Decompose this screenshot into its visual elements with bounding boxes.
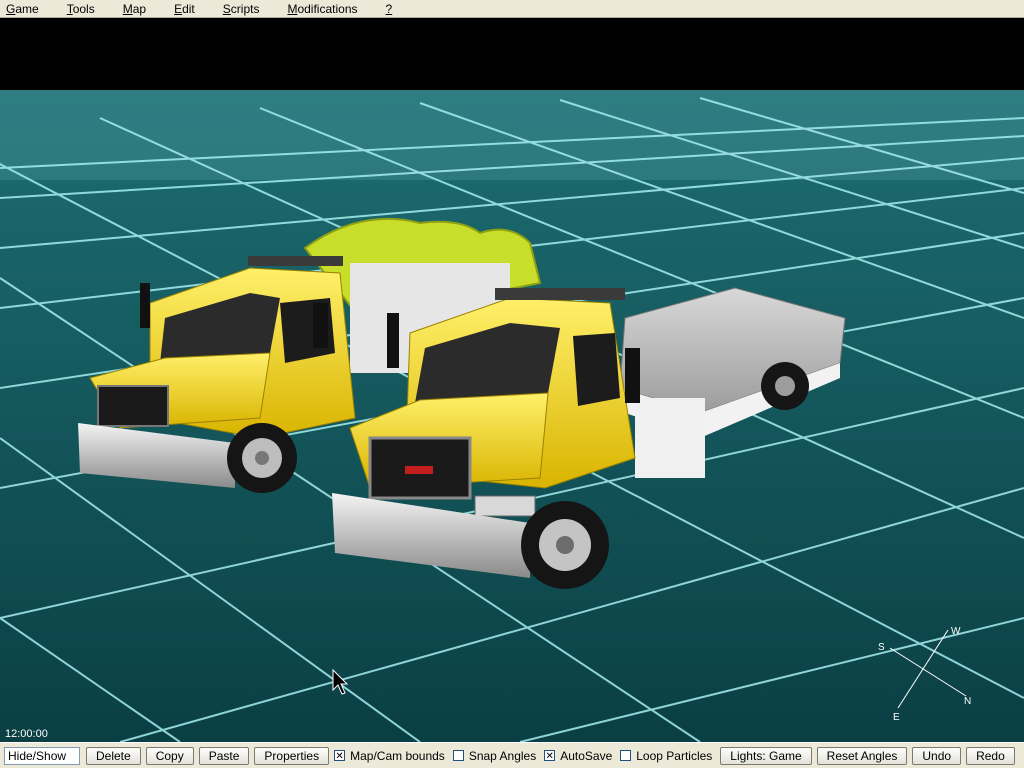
menu-help[interactable]: ? xyxy=(380,2,393,16)
delete-button[interactable]: Delete xyxy=(86,746,141,765)
properties-button[interactable]: Properties xyxy=(254,746,330,765)
compass-w-label: W xyxy=(951,626,961,637)
menu-tools[interactable]: Tools xyxy=(61,2,95,16)
snap-angles-toggle[interactable]: Snap Angles xyxy=(452,748,537,763)
3d-viewport[interactable]: S W E N 12:00:00 xyxy=(0,18,1024,742)
redo-button[interactable]: Redo xyxy=(966,746,1015,765)
compass-n-label: N xyxy=(964,696,971,707)
compass-e-label: E xyxy=(893,712,900,723)
menu-edit[interactable]: Edit xyxy=(168,2,195,16)
menu-modifications[interactable]: Modifications xyxy=(281,2,357,16)
time-readout: 12:00:00 xyxy=(5,728,48,740)
compass-s-label: S xyxy=(878,642,885,653)
editor-toolbar: Hide/Show Delete Copy Paste Properties ✕… xyxy=(0,742,1024,768)
copy-button[interactable]: Copy xyxy=(145,746,194,765)
hide-show-label: Hide/Show xyxy=(8,748,67,763)
autosave-checkbox[interactable]: ✕ xyxy=(544,750,556,762)
hide-show-field[interactable]: Hide/Show xyxy=(4,746,80,765)
autosave-label: AutoSave xyxy=(560,748,613,763)
scene-render[interactable]: S W E N xyxy=(0,18,1024,742)
loop-particles-checkbox[interactable] xyxy=(620,750,632,761)
snap-angles-checkbox[interactable] xyxy=(452,750,464,761)
map-cam-bounds-label: Map/Cam bounds xyxy=(350,748,445,763)
reset-angles-button[interactable]: Reset Angles xyxy=(816,746,908,765)
paste-button[interactable]: Paste xyxy=(198,746,250,765)
map-cam-bounds-toggle[interactable]: ✕ Map/Cam bounds xyxy=(334,749,445,763)
undo-button[interactable]: Undo xyxy=(912,746,962,765)
lights-button[interactable]: Lights: Game xyxy=(720,746,812,765)
autosave-toggle[interactable]: ✕ AutoSave xyxy=(544,749,612,763)
loop-particles-toggle[interactable]: Loop Particles xyxy=(620,749,712,763)
menu-scripts[interactable]: Scripts xyxy=(217,2,260,16)
menu-bar: Game Tools Map Edit Scripts Modification… xyxy=(0,0,1024,18)
snap-angles-label: Snap Angles xyxy=(468,748,537,763)
menu-game[interactable]: Game xyxy=(0,2,39,16)
map-cam-bounds-checkbox[interactable]: ✕ xyxy=(334,750,346,762)
loop-particles-label: Loop Particles xyxy=(636,748,713,763)
sky xyxy=(0,18,1024,90)
menu-map[interactable]: Map xyxy=(117,2,146,16)
